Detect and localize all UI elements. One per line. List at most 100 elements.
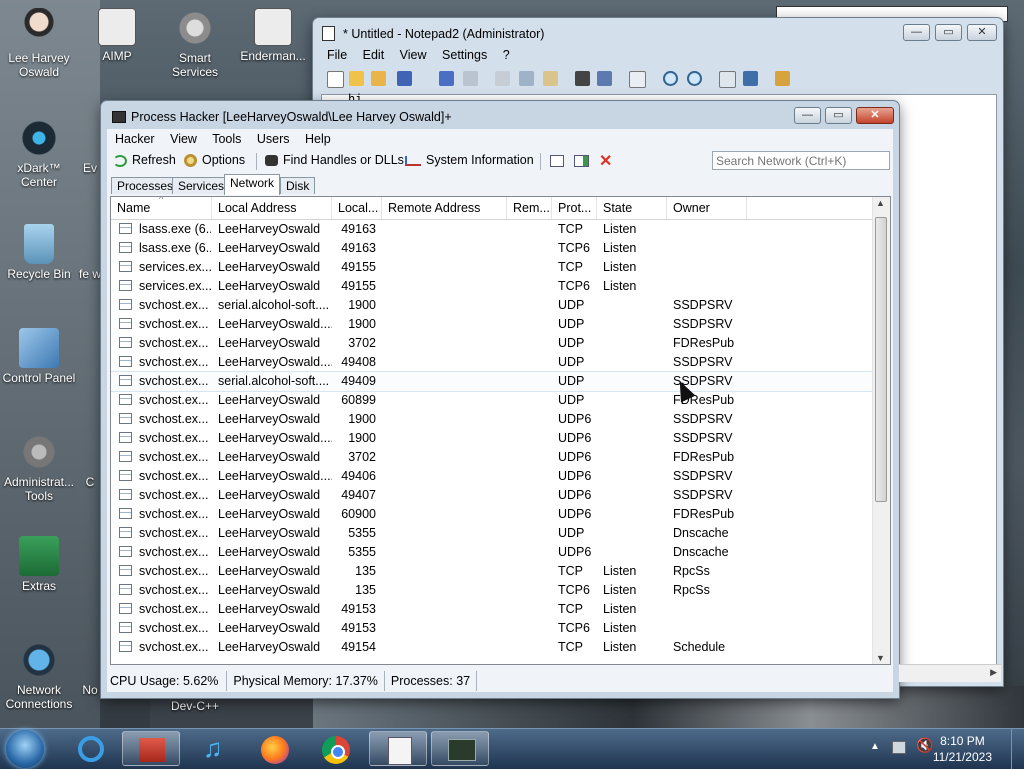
table-row[interactable]: lsass.exe (6... LeeHarveyOswald 49163 TCP Li… bbox=[111, 220, 873, 239]
terminate-icon[interactable]: ✕ bbox=[599, 151, 612, 171]
volume-muted-icon[interactable]: 🔇 bbox=[916, 737, 933, 754]
desktop-icon-extras[interactable]: Extras bbox=[0, 536, 78, 593]
notepad2-titlebar[interactable]: * Untitled - Notepad2 (Administrator) — … bbox=[313, 18, 1003, 48]
window-arrow-icon[interactable] bbox=[574, 155, 589, 167]
table-row[interactable]: svchost.ex... LeeHarveyOswald 135 TCP6 Liste… bbox=[111, 581, 873, 600]
table-row[interactable]: svchost.ex... LeeHarveyOswald 5355 UDP Dnsca… bbox=[111, 524, 873, 543]
network-list[interactable]: Name ^ Local Address Local... Remote Add… bbox=[110, 196, 891, 665]
desktop-icon-smart-services[interactable]: Smart Services bbox=[156, 8, 234, 79]
system-clock[interactable]: 8:10 PM 11/21/2023 bbox=[933, 733, 992, 765]
options-button[interactable]: Options bbox=[184, 153, 245, 168]
table-row[interactable]: svchost.ex... LeeHarveyOswald 1900 UDP6 SSDP… bbox=[111, 410, 873, 429]
exit-icon[interactable] bbox=[775, 71, 790, 86]
new-file-icon[interactable] bbox=[327, 71, 344, 88]
replace-icon[interactable] bbox=[597, 71, 612, 86]
ph-menu-hacker[interactable]: Hacker bbox=[115, 132, 155, 146]
desktop-icon-fe[interactable]: fe w bbox=[78, 224, 102, 281]
desktop-icon-xdark-center[interactable]: xDark™ Center bbox=[0, 118, 78, 189]
desktop-icon-no[interactable]: No bbox=[78, 640, 102, 697]
column-remote-port[interactable]: Rem... bbox=[507, 197, 552, 219]
table-row[interactable]: svchost.ex... LeeHarveyOswald 3702 UDP6 FDRe… bbox=[111, 448, 873, 467]
process-hacker-minimize-button[interactable]: — bbox=[794, 107, 821, 124]
table-row[interactable]: svchost.ex... LeeHarveyOswald 135 TCP Listen… bbox=[111, 562, 873, 581]
search-network-input[interactable] bbox=[712, 151, 890, 170]
column-local-address[interactable]: Local Address bbox=[212, 197, 332, 219]
network-tray-icon[interactable] bbox=[892, 741, 906, 754]
ph-menu-view[interactable]: View bbox=[170, 132, 197, 146]
undo-icon[interactable] bbox=[439, 71, 454, 86]
notepad2-close-button[interactable]: ✕ bbox=[967, 24, 997, 41]
network-list-scrollbar[interactable]: ▲ ▼ bbox=[872, 197, 890, 664]
table-row[interactable]: svchost.ex... LeeHarveyOswald.... 49408 UDP… bbox=[111, 353, 873, 372]
tab-processes[interactable]: Processes bbox=[111, 177, 180, 194]
table-row[interactable]: svchost.ex... LeeHarveyOswald 49407 UDP6 SSD… bbox=[111, 486, 873, 505]
window-icon[interactable] bbox=[550, 155, 564, 167]
scroll-down-arrow-icon[interactable]: ▼ bbox=[876, 653, 885, 663]
show-hidden-icons-arrow[interactable]: ▲ bbox=[870, 741, 880, 752]
process-hacker-close-button[interactable]: ✕ bbox=[856, 107, 894, 124]
find-handles-button[interactable]: Find Handles or DLLs bbox=[265, 153, 404, 167]
desktop-icon-network-connections[interactable]: Network Connections bbox=[0, 640, 78, 711]
scrollbar-thumb[interactable] bbox=[875, 217, 887, 502]
notepad2-menu-settings[interactable]: Settings bbox=[442, 48, 487, 62]
column-state[interactable]: State bbox=[597, 197, 667, 219]
table-row[interactable]: services.ex... LeeHarveyOswald 49155 TCP Lis… bbox=[111, 258, 873, 277]
open-folder-icon[interactable] bbox=[349, 71, 364, 86]
desktop-icon-lee-harvey-oswald[interactable]: Lee Harvey Oswald bbox=[0, 8, 78, 79]
notepad2-maximize-button[interactable]: ▭ bbox=[935, 24, 962, 41]
scroll-up-arrow-icon[interactable]: ▲ bbox=[876, 198, 885, 208]
column-owner[interactable]: Owner bbox=[667, 197, 747, 219]
table-row[interactable]: svchost.ex... serial.alcohol-soft.... 4940… bbox=[111, 371, 873, 392]
redo-icon[interactable] bbox=[463, 71, 478, 86]
table-row[interactable]: svchost.ex... LeeHarveyOswald.... 49406 UDP… bbox=[111, 467, 873, 486]
table-row[interactable]: svchost.ex... LeeHarveyOswald 5355 UDP6 Dnsc… bbox=[111, 543, 873, 562]
store-icon[interactable] bbox=[122, 731, 180, 766]
scheme-icon[interactable] bbox=[719, 71, 736, 88]
system-information-button[interactable]: System Information bbox=[405, 153, 534, 167]
zoom-out-icon[interactable] bbox=[687, 71, 702, 86]
process-hacker-icon[interactable] bbox=[431, 731, 489, 766]
column-local-port[interactable]: Local... bbox=[332, 197, 382, 219]
notepad2-menu-view[interactable]: View bbox=[400, 48, 427, 62]
desktop-icon-aimp[interactable]: AIMP bbox=[78, 8, 156, 63]
desktop-icon-administrative-tools[interactable]: Administrat... Tools bbox=[0, 432, 78, 503]
customize-icon[interactable] bbox=[743, 71, 758, 86]
process-hacker-titlebar[interactable]: Process Hacker [LeeHarveyOswald\Lee Harv… bbox=[101, 101, 899, 131]
table-row[interactable]: lsass.exe (6... LeeHarveyOswald 49163 TCP6 L… bbox=[111, 239, 873, 258]
table-row[interactable]: svchost.ex... LeeHarveyOswald.... 1900 UDP6… bbox=[111, 429, 873, 448]
notepad2-menu-help[interactable]: ? bbox=[503, 48, 510, 62]
chrome-icon[interactable] bbox=[307, 731, 365, 766]
goto-icon[interactable] bbox=[629, 71, 646, 88]
table-row[interactable]: services.ex... LeeHarveyOswald 49155 TCP6 Li… bbox=[111, 277, 873, 296]
ph-menu-users[interactable]: Users bbox=[257, 132, 290, 146]
tab-network[interactable]: Network bbox=[224, 174, 281, 195]
zoom-in-icon[interactable] bbox=[663, 71, 678, 86]
tab-services[interactable]: Services bbox=[172, 177, 231, 194]
table-row[interactable]: svchost.ex... LeeHarveyOswald 3702 UDP FDRes… bbox=[111, 334, 873, 353]
music-icon[interactable]: ♫ bbox=[184, 731, 242, 766]
table-row[interactable]: svchost.ex... serial.alcohol-soft.... 1900… bbox=[111, 296, 873, 315]
table-row[interactable]: svchost.ex... LeeHarveyOswald 49154 TCP List… bbox=[111, 638, 873, 657]
cut-icon[interactable] bbox=[495, 71, 510, 86]
start-orb-icon[interactable] bbox=[6, 730, 44, 768]
find-icon[interactable] bbox=[575, 71, 590, 86]
browse-icon[interactable] bbox=[371, 71, 386, 86]
desktop-icon-ev[interactable]: Ev bbox=[78, 118, 102, 175]
table-row[interactable]: svchost.ex... LeeHarveyOswald 60900 UDP6 FDR… bbox=[111, 505, 873, 524]
notepad2-menu-edit[interactable]: Edit bbox=[363, 48, 385, 62]
table-row[interactable]: svchost.ex... LeeHarveyOswald 49153 TCP List… bbox=[111, 600, 873, 619]
notepad2-minimize-button[interactable]: — bbox=[903, 24, 930, 41]
ph-menu-tools[interactable]: Tools bbox=[212, 132, 241, 146]
scroll-right-arrow-icon[interactable]: ▶ bbox=[990, 667, 997, 678]
table-row[interactable]: svchost.ex... LeeHarveyOswald 60899 UDP FDRe… bbox=[111, 391, 873, 410]
paste-icon[interactable] bbox=[543, 71, 558, 86]
notepad2-menu-file[interactable]: File bbox=[327, 48, 347, 62]
notepad2-icon[interactable] bbox=[369, 731, 427, 766]
ph-menu-help[interactable]: Help bbox=[305, 132, 331, 146]
table-row[interactable]: svchost.ex... LeeHarveyOswald 49153 TCP6 Lis… bbox=[111, 619, 873, 638]
copy-icon[interactable] bbox=[519, 71, 534, 86]
process-hacker-maximize-button[interactable]: ▭ bbox=[825, 107, 852, 124]
desktop-icon-control-panel[interactable]: Control Panel bbox=[0, 328, 78, 385]
tab-disk[interactable]: Disk bbox=[280, 177, 316, 194]
table-row[interactable]: svchost.ex... LeeHarveyOswald.... 1900 UDP S… bbox=[111, 315, 873, 334]
